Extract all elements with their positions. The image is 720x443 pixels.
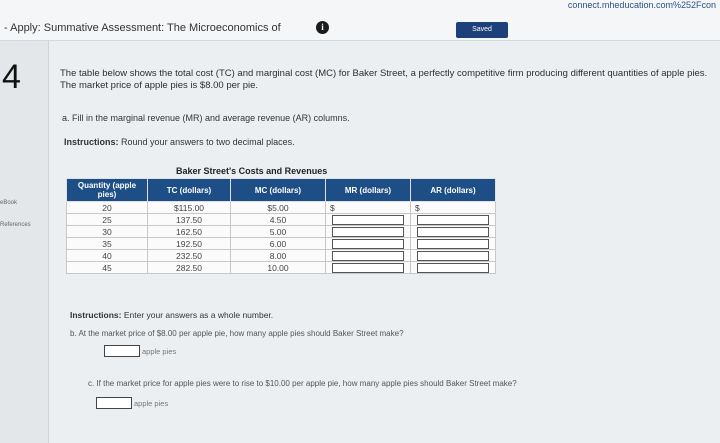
part-b-answer-input[interactable]: [104, 345, 140, 357]
mr-input[interactable]: [332, 262, 404, 273]
instructions: Instructions: Round your answers to two …: [64, 137, 295, 147]
cell-quantity: 25: [66, 213, 148, 226]
mr-input-cell[interactable]: [325, 237, 411, 250]
cell-mc: $5.00: [230, 201, 326, 214]
mr-input-cell[interactable]: [325, 249, 411, 262]
mr-input-cell[interactable]: [325, 225, 411, 238]
cell-quantity: 40: [66, 249, 148, 262]
table-row: 35 192.50 6.00: [66, 237, 496, 250]
cell-tc: 192.50: [147, 237, 231, 250]
instructions-2: Instructions: Enter your answers as a wh…: [70, 310, 273, 320]
table-row: 45 282.50 10.00: [66, 261, 496, 274]
cell-mc: 5.00: [230, 225, 326, 238]
saved-button[interactable]: Saved: [456, 22, 508, 38]
cell-tc: $115.00: [147, 201, 231, 214]
mr-input[interactable]: [332, 250, 404, 261]
header-tc: TC (dollars): [147, 178, 231, 202]
ar-input-cell[interactable]: [410, 249, 496, 262]
cell-quantity: 35: [66, 237, 148, 250]
cell-quantity: 30: [66, 225, 148, 238]
ar-input-cell[interactable]: [410, 261, 496, 274]
ar-input[interactable]: [417, 262, 489, 273]
table-row: 30 162.50 5.00: [66, 225, 496, 238]
question-number: 4: [2, 58, 21, 96]
left-rail: [0, 41, 49, 443]
ar-input[interactable]: [417, 226, 489, 237]
table-title: Baker Street's Costs and Revenues: [176, 166, 328, 176]
part-c-text: c. If the market price for apple pies we…: [88, 379, 517, 388]
cell-mc: 10.00: [230, 261, 326, 274]
ar-input-cell[interactable]: [410, 213, 496, 226]
ar-input[interactable]: [417, 214, 489, 225]
table-row: 40 232.50 8.00: [66, 249, 496, 262]
instructions-text: Round your answers to two decimal places…: [121, 137, 295, 147]
mr-input[interactable]: [332, 226, 404, 237]
table-header-row: Quantity (apple pies) TC (dollars) MC (d…: [66, 178, 496, 202]
table-row: 25 137.50 4.50: [66, 213, 496, 226]
instructions-2-text: Enter your answers as a whole number.: [123, 310, 274, 320]
info-icon[interactable]: i: [316, 21, 329, 34]
cell-tc: 162.50: [147, 225, 231, 238]
header-mc: MC (dollars): [230, 178, 326, 202]
rail-ebook-link[interactable]: eBook: [0, 200, 17, 206]
cell-tc: 282.50: [147, 261, 231, 274]
assignment-title: - Apply: Summative Assessment: The Micro…: [4, 22, 281, 34]
mr-input[interactable]: [332, 238, 404, 249]
cell-tc: 232.50: [147, 249, 231, 262]
question-prompt: The table below shows the total cost (TC…: [60, 68, 708, 91]
ar-input-cell[interactable]: [410, 237, 496, 250]
mr-input[interactable]: [332, 214, 404, 225]
cell-quantity: 45: [66, 261, 148, 274]
part-c-unit: apple pies: [134, 399, 169, 408]
mr-input-cell[interactable]: [325, 213, 411, 226]
part-b-text: b. At the market price of $8.00 per appl…: [70, 329, 404, 338]
cell-quantity: 20: [66, 201, 148, 214]
url-text: connect.mheducation.com%252Fcon: [567, 0, 716, 10]
part-c-answer-input[interactable]: [96, 397, 132, 409]
header-quantity: Quantity (apple pies): [66, 178, 148, 202]
header-mr: MR (dollars): [325, 178, 411, 202]
instructions-2-label: Instructions:: [70, 310, 122, 320]
cell-mc: 8.00: [230, 249, 326, 262]
rail-references-link[interactable]: References: [0, 222, 31, 228]
cell-tc: 137.50: [147, 213, 231, 226]
ar-input[interactable]: [417, 250, 489, 261]
cell-mr-currency: $: [325, 201, 411, 214]
instructions-label: Instructions:: [64, 137, 119, 147]
part-a-text: a. Fill in the marginal revenue (MR) and…: [62, 113, 350, 123]
cell-mc: 4.50: [230, 213, 326, 226]
cell-ar-currency: $: [410, 201, 496, 214]
top-bar: connect.mheducation.com%252Fcon - Apply:…: [0, 0, 720, 41]
cost-table: Quantity (apple pies) TC (dollars) MC (d…: [66, 178, 496, 274]
header-ar: AR (dollars): [410, 178, 496, 202]
cell-mc: 6.00: [230, 237, 326, 250]
mr-input-cell[interactable]: [325, 261, 411, 274]
ar-input[interactable]: [417, 238, 489, 249]
part-b-unit: apple pies: [142, 347, 177, 356]
table-row: 20 $115.00 $5.00 $ $: [66, 201, 496, 214]
ar-input-cell[interactable]: [410, 225, 496, 238]
